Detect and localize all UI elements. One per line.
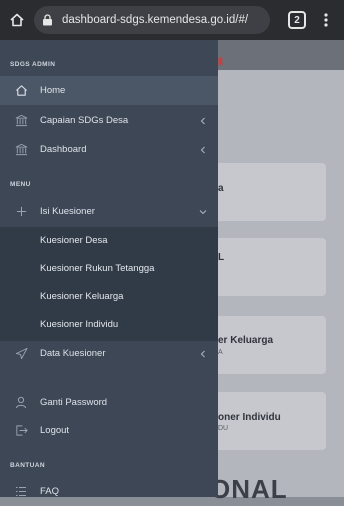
- submenu-item-kuesioner-rt[interactable]: Kuesioner Rukun Tetangga: [40, 263, 154, 274]
- home-icon: [10, 13, 24, 27]
- institution-icon: [14, 114, 28, 128]
- lock-icon: [42, 14, 58, 26]
- chevron-down-icon: [199, 208, 207, 216]
- sidebar-item-isi-kuesioner[interactable]: Isi Kuesioner: [0, 197, 218, 226]
- submenu-item-kuesioner-keluarga[interactable]: Kuesioner Keluarga: [40, 291, 123, 302]
- url-text: dashboard-sdgs.kemendesa.go.id/#/: [62, 14, 249, 26]
- user-icon: [14, 396, 28, 410]
- card-subtitle: DU: [218, 425, 229, 432]
- address-bar[interactable]: dashboard-sdgs.kemendesa.go.id/#/: [34, 6, 270, 34]
- tab-switcher-button[interactable]: 2: [288, 11, 306, 29]
- card-title: er Keluarga: [218, 335, 274, 346]
- page-header: [218, 40, 344, 70]
- sidebar-item-dashboard[interactable]: Dashboard: [0, 135, 218, 164]
- card-subtitle: A: [218, 349, 223, 356]
- send-icon: [14, 347, 28, 361]
- section-label-admin: SDGS ADMIN: [10, 61, 56, 68]
- sidebar-item-faq[interactable]: FAQ: [0, 477, 218, 506]
- dashboard-card-individu[interactable]: oner Individu DU: [206, 392, 326, 450]
- card-title: a: [218, 183, 224, 194]
- sidebar-item-label: Home: [40, 85, 66, 96]
- sidebar-item-label: Logout: [40, 425, 70, 436]
- home-icon: [14, 84, 28, 98]
- logout-icon: [14, 424, 28, 438]
- dashboard-card[interactable]: a: [206, 163, 326, 221]
- card-title: oner Individu: [218, 412, 281, 423]
- sidebar-item-label: Ganti Password: [40, 397, 108, 408]
- page-header-accent: ▮: [218, 56, 224, 67]
- plus-icon: [14, 205, 28, 219]
- chevron-left-icon: [199, 146, 207, 154]
- dashboard-card[interactable]: L: [206, 238, 326, 296]
- sidebar-item-logout[interactable]: Logout: [0, 416, 218, 445]
- sidebar-item-ganti-password[interactable]: Ganti Password: [0, 388, 218, 417]
- sidebar-item-label: Isi Kuesioner: [40, 206, 95, 217]
- chevron-left-icon: [199, 117, 207, 125]
- sidebar-item-home[interactable]: Home: [0, 76, 218, 105]
- browser-menu-button[interactable]: [320, 8, 332, 32]
- submenu-kuesioner: Kuesioner Desa Kuesioner Rukun Tetangga …: [0, 227, 218, 341]
- sidebar-item-label: FAQ: [40, 486, 60, 497]
- dashboard-card-keluarga[interactable]: er Keluarga A: [206, 316, 326, 374]
- page-heading-fragment: ONAL: [210, 474, 288, 504]
- sidebar-item-label: Dashboard: [40, 144, 87, 155]
- sidebar-item-label: Data Kuesioner: [40, 348, 106, 359]
- sidebar: SDGS ADMIN Home Capaian SDGs Desa Dashbo…: [0, 40, 218, 497]
- more-vert-icon: [324, 13, 328, 27]
- section-label-bantuan: BANTUAN: [10, 462, 45, 469]
- list-icon: [14, 485, 28, 499]
- card-title: L: [218, 252, 225, 263]
- institution-icon: [14, 143, 28, 157]
- submenu-item-kuesioner-individu[interactable]: Kuesioner Individu: [40, 319, 118, 330]
- browser-home-button[interactable]: [0, 0, 34, 40]
- section-label-menu: MENU: [10, 181, 31, 188]
- sidebar-item-capaian[interactable]: Capaian SDGs Desa: [0, 106, 218, 135]
- sidebar-item-data-kuesioner[interactable]: Data Kuesioner: [0, 339, 218, 368]
- submenu-item-kuesioner-desa[interactable]: Kuesioner Desa: [40, 235, 108, 246]
- chevron-left-icon: [199, 350, 207, 358]
- browser-toolbar: dashboard-sdgs.kemendesa.go.id/#/ 2: [0, 0, 344, 40]
- sidebar-item-label: Capaian SDGs Desa: [40, 115, 129, 126]
